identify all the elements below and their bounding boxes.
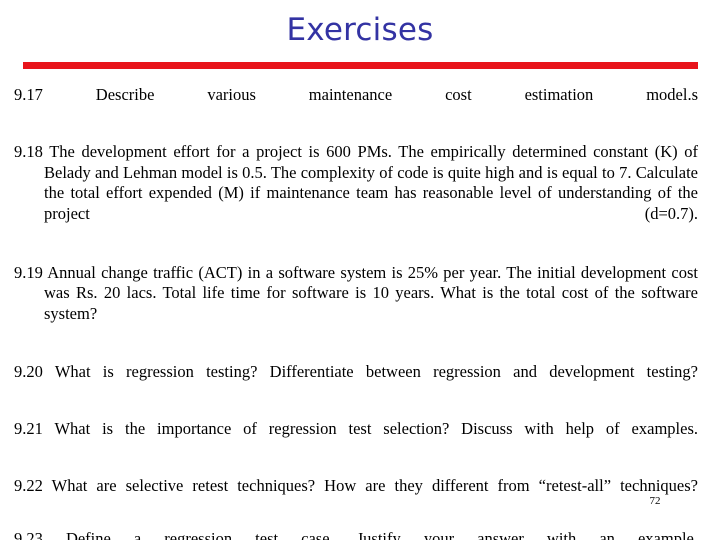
exercise-item-9-22: 9.22 What are selective retest technique… bbox=[14, 475, 698, 495]
exercise-item-overflow: 9.23 Define a regression test case. Just… bbox=[14, 529, 698, 540]
title-divider-rule bbox=[23, 62, 698, 69]
exercise-list: 9.17 Describe various maintenance cost e… bbox=[14, 85, 698, 517]
exercise-item-9-18: 9.18 The development effort for a projec… bbox=[14, 142, 698, 223]
exercise-item-9-19: 9.19 Annual change traffic (ACT) in a so… bbox=[14, 262, 698, 323]
exercise-item-9-20: 9.20 What is regression testing? Differe… bbox=[14, 361, 698, 381]
clipped-overflow-line: 9.23 Define a regression test case. Just… bbox=[14, 529, 698, 540]
exercise-item-9-21: 9.21 What is the importance of regressio… bbox=[14, 418, 698, 438]
page-number: 72 bbox=[649, 495, 661, 507]
slide: Exercises 9.17 Describe various maintena… bbox=[0, 0, 720, 540]
exercise-item-9-17: 9.17 Describe various maintenance cost e… bbox=[14, 85, 698, 104]
page-title: Exercises bbox=[286, 12, 434, 48]
